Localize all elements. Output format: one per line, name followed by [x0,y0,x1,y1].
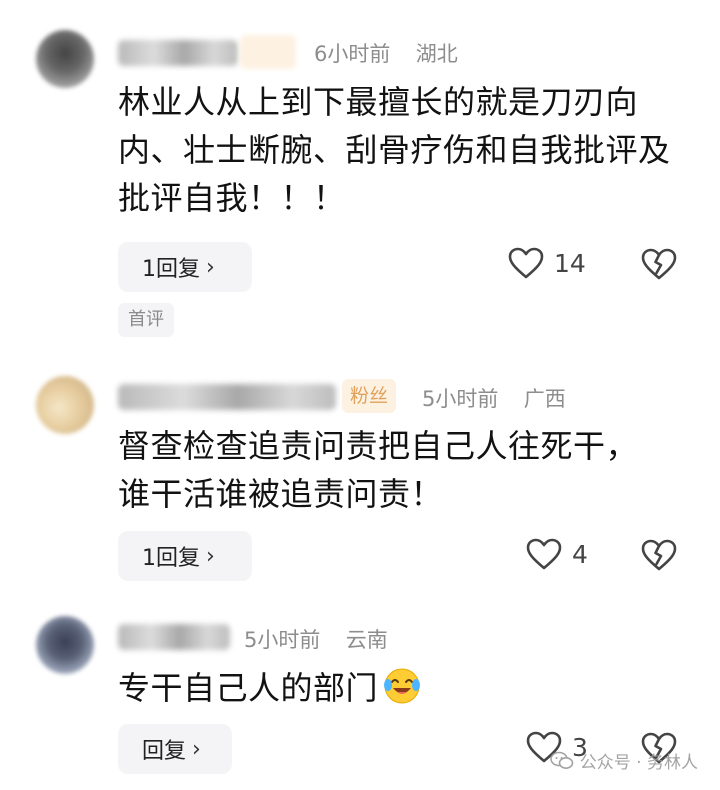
reply-button[interactable]: 回复 › [118,724,232,774]
like-count: 4 [572,539,588,569]
comment-meta: 5小时前 云南 [244,624,388,654]
like-count: 14 [554,248,586,278]
dislike-button[interactable] [641,248,677,284]
heart-icon [508,247,544,279]
watermark: 公众号 · 务林人 [549,748,698,773]
dislike-button[interactable] [641,539,677,575]
broken-heart-icon [641,248,677,280]
comment-time: 6小时前 [314,42,391,66]
like-button[interactable]: 14 [508,247,586,279]
comment-meta: 5小时前 广西 [422,383,566,413]
reply-label: 回复 [142,739,187,764]
comment-text: 专干自己人的部门 [118,669,379,707]
comment-region: 云南 [345,628,388,652]
laughing-crying-emoji-icon [384,668,421,704]
comment-region: 湖北 [415,42,458,66]
comment-text-row: 专干自己人的部门 [118,664,678,712]
chevron-right-icon: › [192,736,201,762]
comment-meta: 6小时前 湖北 [314,38,458,68]
reply-button[interactable]: 1回复 › [118,531,252,581]
reply-label: 1回复 [142,546,200,571]
comment-text: 督查检查追责问责把自己人往死干，谁干活谁被追责问责！ [118,427,639,513]
reply-button[interactable]: 1回复 › [118,242,252,292]
username[interactable] [118,40,238,66]
heart-icon [526,538,562,570]
chevron-right-icon: › [206,543,215,569]
avatar[interactable] [36,376,94,434]
broken-heart-icon [641,539,677,571]
username[interactable] [118,624,230,650]
avatar[interactable] [36,30,94,88]
comment-time: 5小时前 [244,628,321,652]
wechat-icon [549,751,574,769]
avatar[interactable] [36,616,94,674]
user-badge [240,35,296,69]
fan-badge: 粉丝 [342,379,397,413]
comment-time: 5小时前 [422,387,499,411]
like-button[interactable]: 4 [526,538,588,570]
chevron-right-icon: › [206,254,215,280]
comment-region: 广西 [523,387,566,411]
reply-label: 1回复 [142,257,200,282]
username[interactable] [118,384,336,410]
watermark-text: 公众号 · 务林人 [579,753,698,773]
comment-text: 林业人从上到下最擅长的就是刀刃向内、壮士断腕、刮骨疗伤和自我批评及批评自我！！！ [118,83,671,217]
first-comment-tag: 首评 [118,303,174,337]
